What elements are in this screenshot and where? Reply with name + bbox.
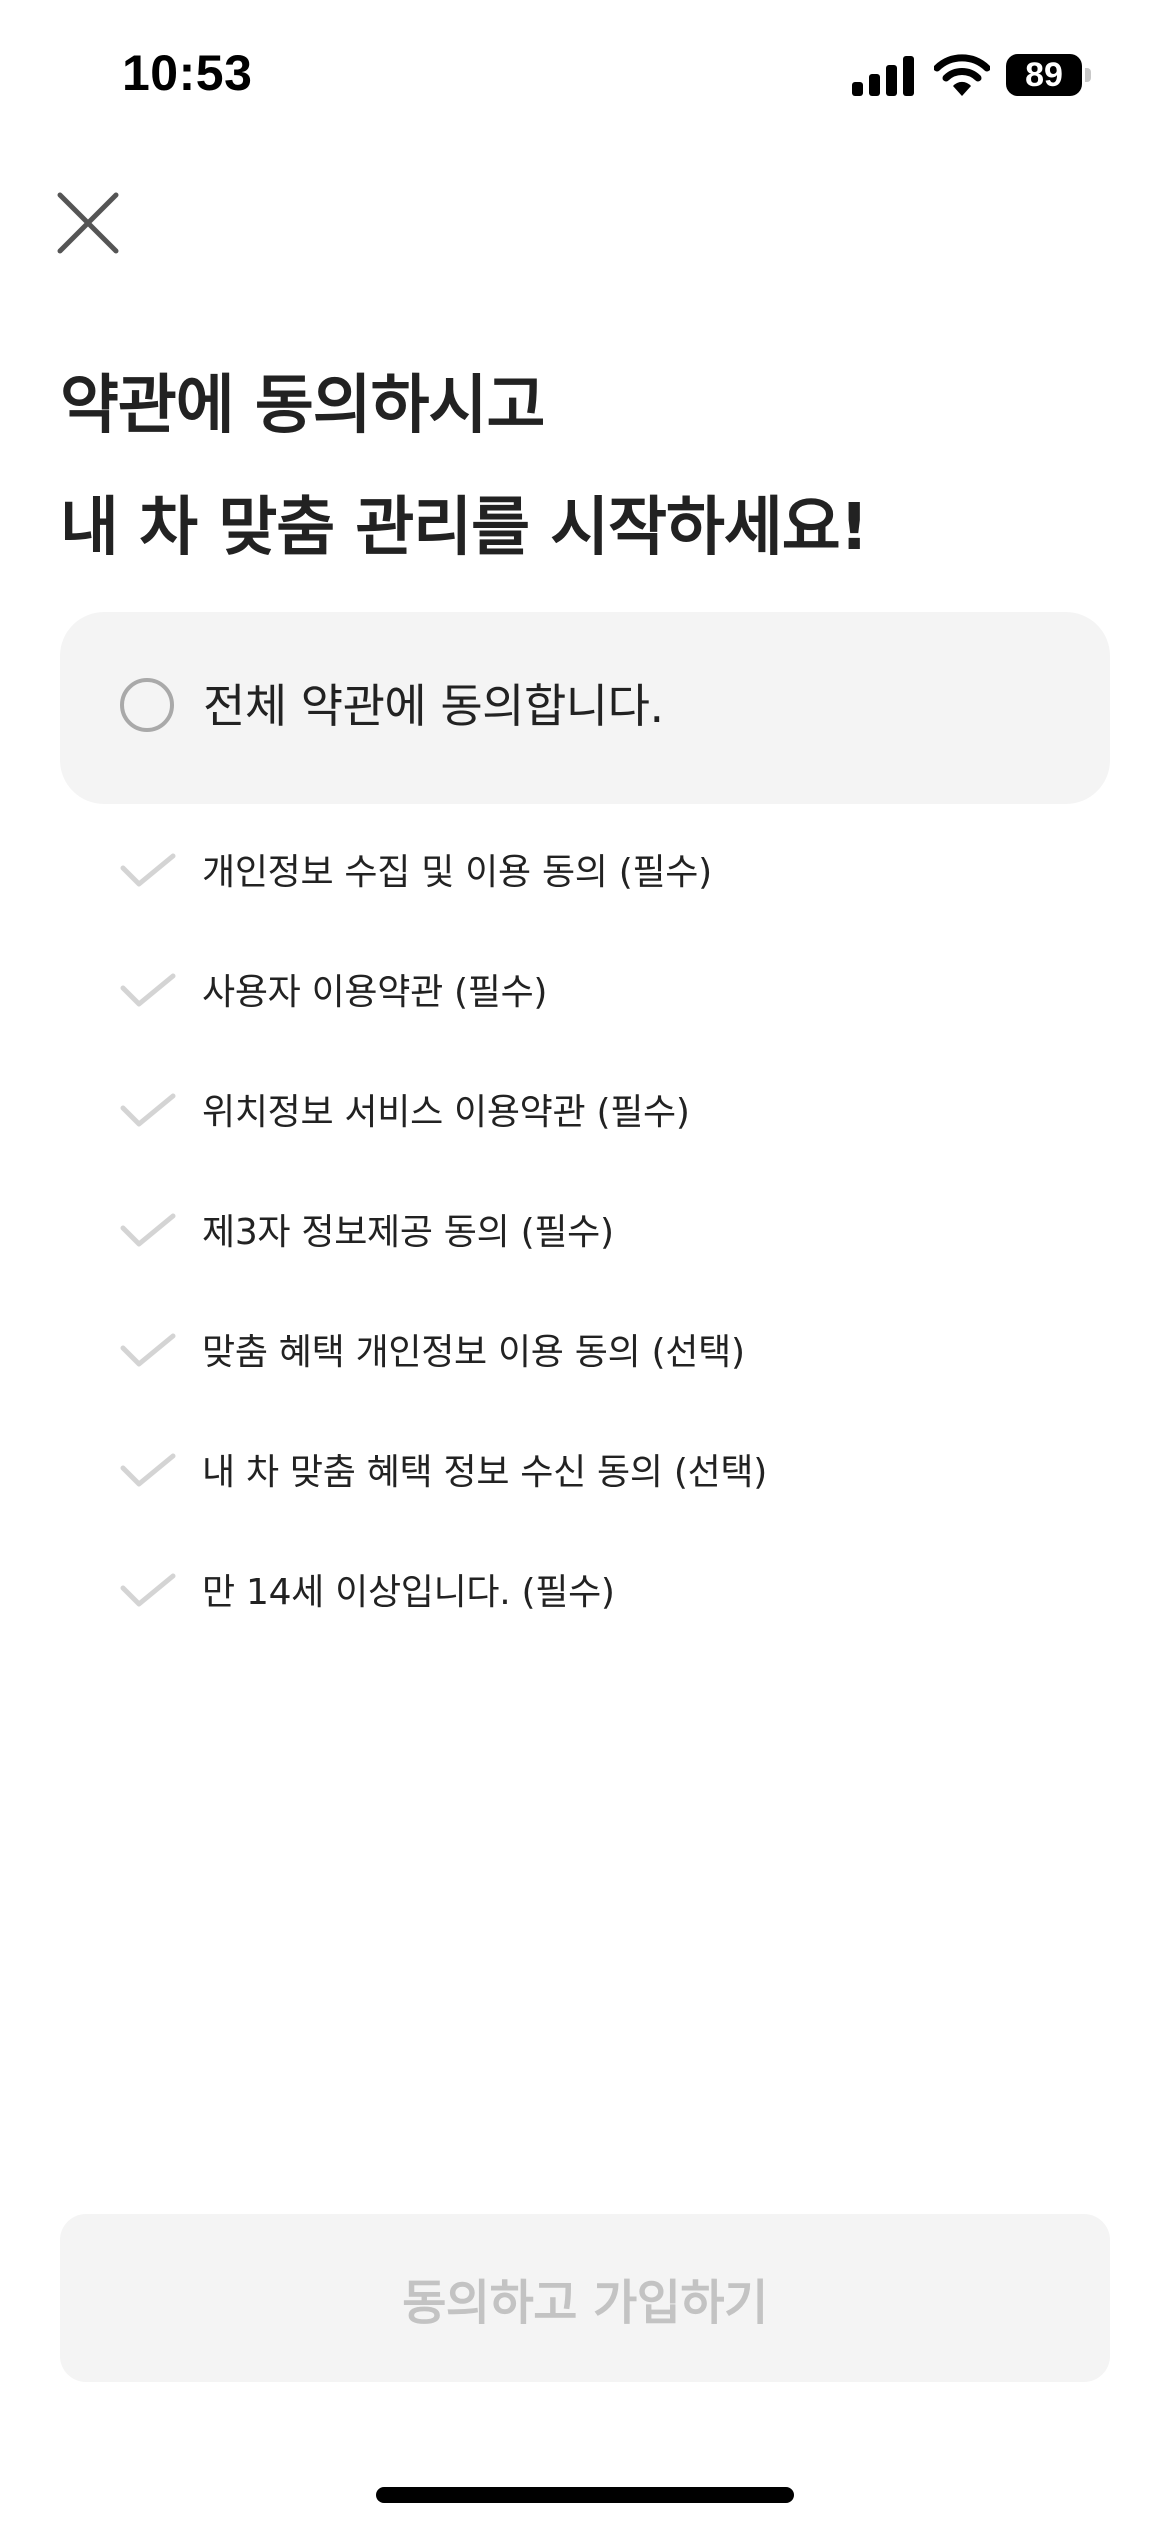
term-label: 위치정보 서비스 이용약관 (필수) bbox=[202, 1092, 690, 1133]
page-title-line-2: 내 차 맞춤 관리를 시작하세요! bbox=[60, 491, 869, 565]
term-item-benefit-info-receive[interactable]: 내 차 맞춤 혜택 정보 수신 동의 (선택) bbox=[120, 1430, 1120, 1520]
term-item-user-terms[interactable]: 사용자 이용약관 (필수) bbox=[120, 950, 1120, 1040]
check-icon bbox=[120, 1453, 176, 1487]
term-label: 개인정보 수집 및 이용 동의 (필수) bbox=[202, 852, 712, 893]
signal-icon bbox=[852, 56, 914, 96]
check-icon bbox=[120, 1093, 176, 1127]
check-icon bbox=[120, 853, 176, 887]
close-button[interactable] bbox=[50, 185, 126, 261]
term-label: 만 14세 이상입니다. (필수) bbox=[202, 1572, 615, 1613]
term-label: 내 차 맞춤 혜택 정보 수신 동의 (선택) bbox=[202, 1452, 767, 1493]
term-label: 제3자 정보제공 동의 (필수) bbox=[202, 1212, 614, 1253]
page-title: 약관에 동의하시고 내 차 맞춤 관리를 시작하세요! bbox=[60, 345, 1120, 589]
check-icon bbox=[120, 1333, 176, 1367]
check-icon bbox=[120, 1573, 176, 1607]
term-item-custom-benefit-privacy[interactable]: 맞춤 혜택 개인정보 이용 동의 (선택) bbox=[120, 1310, 1120, 1400]
term-label: 사용자 이용약관 (필수) bbox=[202, 972, 548, 1013]
agree-and-signup-button[interactable]: 동의하고 가입하기 bbox=[60, 2214, 1110, 2382]
agree-all-checkbox[interactable]: 전체 약관에 동의합니다. bbox=[60, 612, 1110, 804]
check-icon bbox=[120, 973, 176, 1007]
battery-body: 89 bbox=[1006, 54, 1082, 96]
home-indicator[interactable] bbox=[376, 2487, 794, 2503]
status-time: 10:53 bbox=[122, 45, 253, 101]
page-title-line-1: 약관에 동의하시고 bbox=[60, 369, 545, 443]
term-label: 맞춤 혜택 개인정보 이용 동의 (선택) bbox=[202, 1332, 745, 1373]
term-item-age-14[interactable]: 만 14세 이상입니다. (필수) bbox=[120, 1550, 1120, 1640]
term-item-third-party[interactable]: 제3자 정보제공 동의 (필수) bbox=[120, 1190, 1120, 1280]
agree-all-label: 전체 약관에 동의합니다. bbox=[203, 679, 664, 733]
status-bar: 10:53 89 bbox=[0, 0, 1170, 150]
wifi-icon bbox=[934, 54, 990, 96]
term-item-location-terms[interactable]: 위치정보 서비스 이용약관 (필수) bbox=[120, 1070, 1120, 1160]
term-item-privacy-collection[interactable]: 개인정보 수집 및 이용 동의 (필수) bbox=[120, 830, 1120, 920]
close-icon bbox=[57, 192, 119, 254]
check-icon bbox=[120, 1213, 176, 1247]
battery-tip bbox=[1085, 68, 1091, 82]
agree-all-radio-icon bbox=[120, 678, 174, 732]
battery-level: 89 bbox=[1025, 56, 1063, 94]
battery-icon: 89 bbox=[1006, 54, 1092, 96]
